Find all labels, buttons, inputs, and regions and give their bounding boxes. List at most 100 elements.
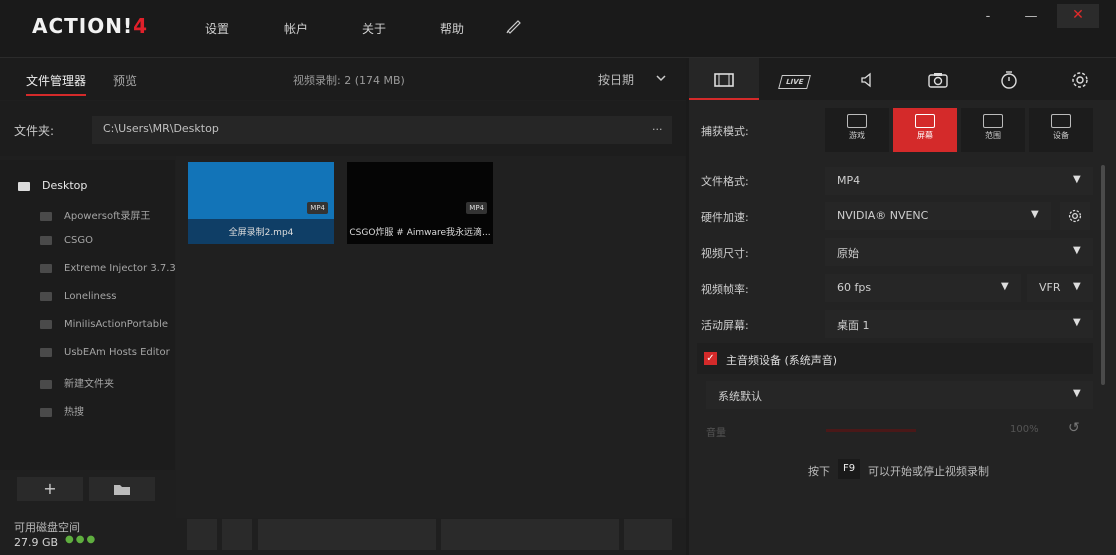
- chevron-down-icon: ▼: [1073, 174, 1081, 185]
- video-size-label: 视频尺寸:: [701, 247, 749, 260]
- settings-scrollbar[interactable]: [1101, 165, 1105, 385]
- upload-youtube-button[interactable]: [441, 519, 619, 550]
- video-size-value: 原始: [837, 247, 859, 260]
- folder-icon: [40, 379, 52, 389]
- export-button[interactable]: [624, 519, 672, 550]
- frame-rate-value: 60 fps: [837, 281, 872, 294]
- tree-item[interactable]: 新建文件夹: [40, 375, 114, 390]
- tab-screenshot[interactable]: [903, 58, 973, 100]
- hotkey-hint-text: 可以开始或停止视频录制: [868, 465, 989, 478]
- tab-file-manager[interactable]: 文件管理器: [26, 72, 87, 96]
- audio-checkbox[interactable]: ✓: [704, 352, 717, 365]
- folder-icon: [40, 211, 52, 221]
- tree-item[interactable]: CSGO: [40, 235, 93, 246]
- video-thumbnail[interactable]: MP4 全屏录制2.mp4: [188, 162, 334, 244]
- format-badge: MP4: [307, 202, 328, 214]
- pen-icon[interactable]: [505, 18, 523, 37]
- tree-item[interactable]: MiniIisActionPortable: [40, 319, 168, 330]
- tab-settings[interactable]: [1045, 58, 1115, 100]
- active-screen-dropdown[interactable]: 桌面 1 ▼: [825, 310, 1093, 338]
- menu-settings[interactable]: 设置: [205, 20, 229, 37]
- tree-item[interactable]: UsbEAm Hosts Editor: [40, 347, 170, 358]
- add-folder-button[interactable]: +: [17, 477, 83, 501]
- hw-settings-button[interactable]: [1060, 202, 1090, 230]
- hw-accel-label: 硬件加速:: [701, 211, 749, 224]
- tree-item[interactable]: Extreme Injector 3.7.3: [40, 263, 176, 274]
- folder-icon: [40, 319, 52, 329]
- hw-accel-value: NVIDIA® NVENC: [837, 209, 929, 222]
- chevron-down-icon: ▼: [1073, 281, 1081, 292]
- file-name: CSGO炸服 # Aimware我永远滴...: [349, 228, 491, 238]
- folder-path-text: C:\Users\MR\Desktop: [103, 122, 219, 135]
- mode-screen-button[interactable]: 屏幕: [893, 108, 957, 152]
- menu-about[interactable]: 关于: [362, 20, 386, 37]
- vfr-value: VFR: [1039, 281, 1061, 294]
- file-format-value: MP4: [837, 174, 861, 187]
- close-button[interactable]: ✕: [1057, 4, 1099, 28]
- upload-facebook-button[interactable]: [258, 519, 436, 550]
- title-bar: [0, 0, 1116, 58]
- audio-device-label: 主音频设备 (系统声音): [726, 354, 838, 367]
- folder-icon: [18, 181, 30, 191]
- folder-icon: [40, 407, 52, 417]
- chevron-down-icon: ▼: [1073, 388, 1081, 399]
- disk-space-label: 可用磁盘空间: [14, 521, 80, 534]
- disk-space-value: 27.9 GB: [14, 536, 59, 549]
- minimize-button[interactable]: -: [967, 6, 1009, 28]
- tree-item[interactable]: Apowersoft录屏王: [40, 207, 150, 222]
- chevron-down-icon: ▼: [1073, 245, 1081, 256]
- tab-preview[interactable]: 预览: [113, 72, 137, 89]
- hotkey-key: F9: [838, 459, 860, 479]
- status-dots: ●●●: [65, 534, 98, 545]
- file-name: 全屏录制2.mp4: [228, 228, 294, 238]
- play-button[interactable]: [187, 519, 217, 550]
- reset-icon[interactable]: ↺: [1068, 420, 1080, 436]
- tab-live-streaming[interactable]: LIVE: [760, 58, 830, 100]
- video-size-dropdown[interactable]: 原始 ▼: [825, 238, 1093, 266]
- menu-account[interactable]: 帐户: [284, 20, 308, 37]
- hotkey-hint-prefix: 按下: [808, 465, 830, 478]
- live-icon: LIVE: [778, 75, 812, 89]
- vfr-dropdown[interactable]: VFR ▼: [1027, 274, 1093, 302]
- mode-game-button[interactable]: 游戏: [825, 108, 889, 152]
- browse-folder-button[interactable]: ...: [652, 120, 663, 133]
- file-format-dropdown[interactable]: MP4 ▼: [825, 167, 1093, 195]
- folder-icon: [40, 291, 52, 301]
- tab-timer[interactable]: [974, 58, 1044, 100]
- gamepad-icon: [847, 114, 867, 128]
- tree-item[interactable]: 热搜: [40, 403, 84, 418]
- volume-slider[interactable]: [826, 429, 916, 432]
- chevron-down-icon[interactable]: [655, 70, 667, 89]
- file-format-label: 文件格式:: [701, 175, 749, 188]
- tree-item-desktop[interactable]: Desktop: [18, 179, 87, 192]
- tab-audio[interactable]: [832, 58, 902, 100]
- delete-button[interactable]: [222, 519, 252, 550]
- active-screen-value: 桌面 1: [837, 319, 870, 332]
- mode-device-button[interactable]: 设备: [1029, 108, 1093, 152]
- folder-icon: [40, 263, 52, 273]
- format-badge: MP4: [466, 202, 487, 214]
- audio-device-dropdown[interactable]: 系统默认 ▼: [706, 381, 1093, 409]
- tab-video-recording[interactable]: [689, 58, 759, 100]
- device-icon: [1051, 114, 1071, 128]
- folder-icon: [40, 347, 52, 357]
- active-screen-label: 活动屏幕:: [701, 319, 749, 332]
- hw-accel-dropdown[interactable]: NVIDIA® NVENC ▼: [825, 202, 1051, 230]
- mode-region-button[interactable]: 范围: [961, 108, 1025, 152]
- menu-help[interactable]: 帮助: [440, 20, 464, 37]
- capture-mode-label: 捕获模式:: [701, 125, 749, 138]
- folder-shortcut-button[interactable]: [89, 477, 155, 501]
- tree-item[interactable]: Loneliness: [40, 291, 116, 302]
- sort-dropdown[interactable]: 按日期: [598, 71, 634, 88]
- folder-label: 文件夹:: [14, 124, 55, 138]
- maximize-button[interactable]: —: [1010, 6, 1052, 28]
- volume-label: 音量: [706, 428, 726, 439]
- fullscreen-icon: [915, 114, 935, 128]
- video-thumbnail[interactable]: MP4 CSGO炸服 # Aimware我永远滴...: [347, 162, 493, 244]
- region-icon: [983, 114, 1003, 128]
- frame-rate-dropdown[interactable]: 60 fps ▼: [825, 274, 1021, 302]
- folder-icon: [40, 235, 52, 245]
- chevron-down-icon: ▼: [1031, 209, 1039, 220]
- audio-device-value: 系统默认: [718, 390, 762, 403]
- chevron-down-icon: ▼: [1001, 281, 1009, 292]
